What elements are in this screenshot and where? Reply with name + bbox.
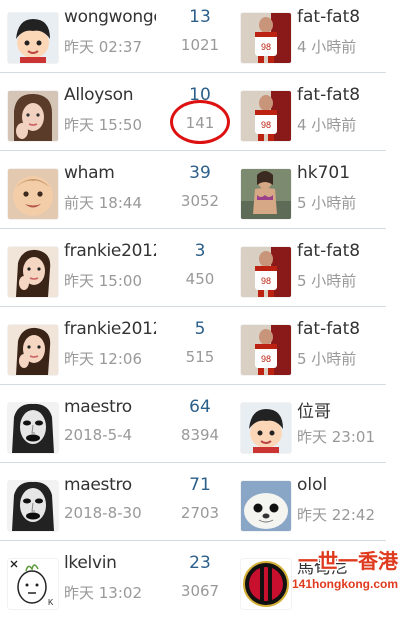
last-poster-avatar[interactable] (241, 169, 291, 219)
reply-count[interactable]: 64 (160, 397, 240, 417)
last-poster-avatar[interactable] (241, 403, 291, 453)
view-count: 3067 (180, 582, 220, 600)
svg-text:98: 98 (261, 354, 271, 364)
view-count: 515 (185, 348, 215, 366)
author-name[interactable]: frankie2012 (64, 319, 156, 339)
row-divider (0, 384, 386, 385)
author-name[interactable]: wham (64, 163, 156, 183)
svg-text:98: 98 (261, 276, 271, 286)
site-watermark: 一世一香港 141hongkong.com (270, 548, 401, 596)
view-count: 450 (185, 270, 215, 288)
author-avatar[interactable] (8, 247, 58, 297)
post-time: 2018-5-4 (64, 426, 133, 444)
reply-count[interactable]: 5 (160, 319, 240, 339)
view-count: 8394 (180, 426, 220, 444)
last-poster-avatar[interactable] (241, 481, 291, 531)
author-name[interactable]: wongwongchi (64, 7, 156, 27)
last-poster-avatar[interactable]: 98 (241, 247, 291, 297)
author-name[interactable]: maestro (64, 475, 156, 495)
reply-count[interactable]: 13 (160, 7, 240, 27)
last-post-time: 5 小時前 (297, 350, 357, 368)
author-avatar[interactable] (8, 481, 58, 531)
reply-count[interactable]: 3 (160, 241, 240, 261)
author-avatar[interactable] (8, 91, 58, 141)
post-time: 昨天 12:06 (64, 350, 142, 368)
last-poster-avatar[interactable]: 98 (241, 91, 291, 141)
last-post-time: 昨天 23:01 (297, 428, 375, 446)
thread-row[interactable]: maestro 2018-5-4 64 8394 位哥昨天 23:01 (0, 390, 401, 468)
row-divider (0, 228, 386, 229)
post-time: 2018-8-30 (64, 504, 142, 522)
last-post-time: 4 小時前 (297, 38, 357, 56)
row-divider (0, 72, 386, 73)
row-divider (0, 540, 386, 541)
last-post-time: 5 小時前 (297, 194, 357, 212)
svg-text:K: K (48, 598, 54, 607)
author-avatar[interactable] (8, 403, 58, 453)
last-poster-name[interactable]: fat-fat8 (297, 241, 360, 261)
thread-row[interactable]: wongwongchi 昨天 02:37 13 1021 98 fat-fat8 4 小時前 (0, 0, 401, 78)
thread-row[interactable]: wham 前天 18:44 39 3052 hk701 5 小時前 (0, 156, 401, 234)
last-poster-avatar[interactable]: 98 (241, 325, 291, 375)
row-divider (0, 306, 386, 307)
post-time: 昨天 15:50 (64, 116, 142, 134)
author-name[interactable]: Alloyson (64, 85, 156, 105)
author-name[interactable]: frankie2012 (64, 241, 156, 261)
last-poster-name[interactable]: fat-fat8 (297, 7, 360, 27)
last-poster-avatar[interactable]: 98 (241, 13, 291, 63)
author-avatar[interactable] (8, 325, 58, 375)
svg-text:98: 98 (261, 120, 271, 130)
post-time: 昨天 15:00 (64, 272, 142, 290)
last-post-time: 4 小時前 (297, 116, 357, 134)
post-time: 昨天 02:37 (64, 38, 142, 56)
row-divider (0, 462, 386, 463)
post-time: 昨天 13:02 (64, 584, 142, 602)
thread-row[interactable]: frankie2012 昨天 15:00 3 450 98 fat-fat8 5 小時前 (0, 234, 401, 312)
view-count: 1021 (180, 36, 220, 54)
last-poster-name[interactable]: olol (297, 475, 327, 495)
view-count: 2703 (180, 504, 220, 522)
last-post-time: 昨天 22:42 (297, 506, 375, 524)
thread-row[interactable]: maestro 2018-8-30 71 2703 olol 昨天 22:42 (0, 468, 401, 546)
row-divider (0, 150, 386, 151)
author-name[interactable]: maestro (64, 397, 156, 417)
svg-text:98: 98 (261, 42, 271, 52)
author-avatar[interactable] (8, 13, 58, 63)
last-poster-name[interactable]: fat-fat8 (297, 319, 360, 339)
author-avatar[interactable]: K (8, 559, 58, 609)
last-poster-name[interactable]: fat-fat8 (297, 85, 360, 105)
last-poster-name[interactable]: hk701 (297, 163, 350, 183)
svg-text:一世一香港: 一世一香港 (298, 549, 399, 573)
post-time: 前天 18:44 (64, 194, 142, 212)
svg-text:141hongkong.com: 141hongkong.com (292, 577, 398, 591)
thread-row[interactable]: frankie2012 昨天 12:06 5 515 98 fat-fat8 5 小時前 (0, 312, 401, 390)
reply-count[interactable]: 71 (160, 475, 240, 495)
last-poster-name[interactable]: 位哥 (297, 397, 331, 422)
last-post-time: 5 小時前 (297, 272, 357, 290)
highlight-circle (170, 100, 230, 144)
author-avatar[interactable] (8, 169, 58, 219)
author-name[interactable]: lkelvin (64, 553, 156, 573)
reply-count[interactable]: 23 (160, 553, 240, 573)
view-count: 3052 (180, 192, 220, 210)
reply-count[interactable]: 39 (160, 163, 240, 183)
